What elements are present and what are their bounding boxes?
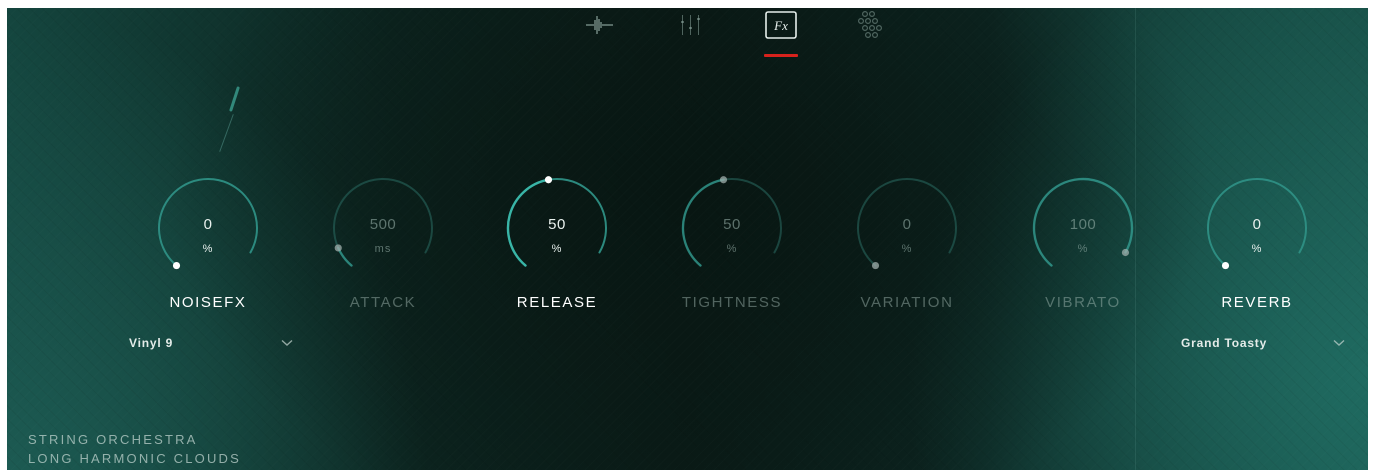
knob-vibrato[interactable]: 100 % VIBRATO (1003, 173, 1163, 313)
fx-icon: Fx (765, 10, 797, 44)
knob-label: NOISEFX (169, 294, 247, 311)
knob-label: VIBRATO (1045, 294, 1121, 311)
mixer-sliders-icon (679, 13, 703, 42)
knob-tightness[interactable]: 50 % TIGHTNESS (652, 173, 812, 313)
reverb-preset-dropdown[interactable]: Grand Toasty (1181, 333, 1345, 353)
knob-unit: % (551, 243, 563, 255)
texture-scratch (219, 114, 234, 152)
knob-value: 0 (902, 216, 912, 233)
knob-value: 500 (369, 216, 397, 233)
knob-label: VARIATION (860, 294, 954, 311)
chevron-down-icon (1333, 339, 1345, 347)
knob-label: RELEASE (516, 294, 598, 311)
chevron-down-icon (281, 339, 293, 347)
knob-handle[interactable] (1221, 261, 1230, 270)
knob-attack[interactable]: 500 ms ATTACK (303, 173, 463, 313)
knob-reverb[interactable]: 0 % REVERB (1177, 173, 1337, 313)
fx-panel: Fx 0 % NOISEFX 500 ms ATTACK 50 % RELEAS… (7, 8, 1368, 470)
top-navigation: Fx (7, 8, 1368, 68)
dot-grid-icon (856, 10, 886, 45)
tab-mixer[interactable] (674, 12, 708, 42)
svg-text:Fx: Fx (773, 18, 788, 33)
instrument-name: STRING ORCHESTRA LONG HARMONIC CLOUDS (28, 430, 241, 468)
noisefx-preset-value: Vinyl 9 (129, 336, 174, 350)
knob-noisefx[interactable]: 0 % NOISEFX (128, 173, 288, 313)
instrument-line-2: LONG HARMONIC CLOUDS (28, 451, 242, 466)
knob-value: 50 (723, 216, 741, 233)
knob-unit: % (1077, 243, 1089, 255)
knob-handle[interactable] (871, 261, 880, 270)
knob-label: ATTACK (349, 294, 417, 311)
texture-scratch (229, 86, 240, 112)
tab-dot-grid[interactable] (854, 10, 888, 45)
knob-unit: % (726, 243, 738, 255)
knob-unit: % (1251, 243, 1263, 255)
knob-value: 50 (548, 216, 566, 233)
noisefx-preset-dropdown[interactable]: Vinyl 9 (129, 333, 293, 353)
knob-handle[interactable] (544, 176, 553, 184)
tab-waveform[interactable] (583, 12, 617, 42)
knob-value: 0 (203, 216, 213, 233)
knob-unit: ms (374, 243, 392, 255)
reverb-preset-value: Grand Toasty (1181, 336, 1268, 350)
knob-label: REVERB (1221, 294, 1293, 311)
knob-unit: % (901, 243, 913, 255)
knob-label: TIGHTNESS (681, 294, 783, 311)
knob-value: 100 (1069, 216, 1097, 233)
knob-handle[interactable] (719, 176, 728, 184)
knob-unit: % (202, 243, 214, 255)
knob-variation[interactable]: 0 % VARIATION (827, 173, 987, 313)
knob-value: 0 (1252, 216, 1262, 233)
waveform-icon (585, 14, 615, 41)
active-tab-indicator (764, 54, 798, 57)
instrument-line-1: STRING ORCHESTRA (28, 432, 198, 447)
tab-fx[interactable]: Fx (764, 10, 798, 44)
knob-release[interactable]: 50 % RELEASE (477, 173, 637, 313)
knob-handle[interactable] (172, 261, 181, 270)
